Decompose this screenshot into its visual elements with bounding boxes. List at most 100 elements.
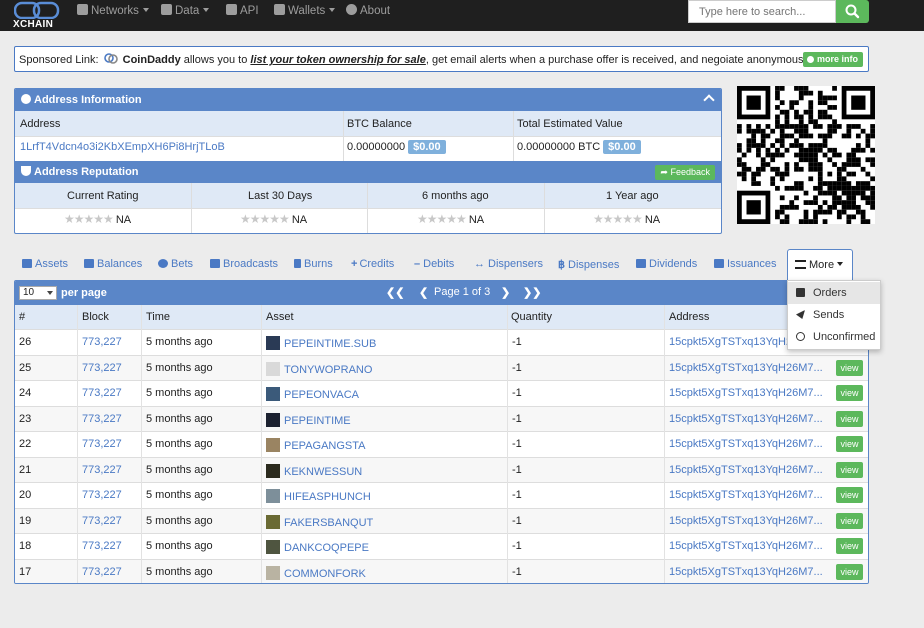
tab-issuances-label: Issuances	[727, 258, 777, 270]
view-button[interactable]: view	[836, 512, 863, 529]
view-button[interactable]: view	[836, 410, 863, 427]
table-row: 21 773,227 5 months ago KEKNWESSUN -1 15cpkt5…	[15, 456, 868, 482]
view-button[interactable]: view	[836, 461, 863, 478]
next-page-icon[interactable]: ❯	[501, 286, 510, 299]
menu-item-orders[interactable]: Orders	[788, 282, 880, 304]
row-asset-link[interactable]: DANKCOQPEPE	[284, 542, 369, 554]
row-block-link[interactable]: 773,227	[82, 336, 122, 348]
current-rating-header: Current Rating	[67, 190, 139, 202]
asset-thumbnail-icon	[266, 412, 280, 427]
row-block-link[interactable]: 773,227	[82, 489, 122, 501]
row-asset-link[interactable]: KEKNWESSUN	[284, 466, 362, 478]
row-address-link[interactable]: 15cpkt5XgTSTxq13YqH26M7...	[669, 413, 823, 425]
nav-api[interactable]: API	[226, 0, 259, 22]
tab-dividends-label: Dividends	[649, 258, 698, 270]
asset-thumbnail-icon	[266, 489, 280, 503]
row-time: 5 months ago	[146, 438, 213, 450]
row-block-link[interactable]: 773,227	[82, 540, 122, 552]
row-asset-cell: PEPAGANGSTA	[266, 438, 366, 452]
col-address-header: Address	[669, 311, 710, 323]
row-asset-link[interactable]: FAKERSBANQUT	[284, 517, 373, 529]
row-asset-link[interactable]: TONYWOPRANO	[284, 364, 372, 376]
row-number: 21	[19, 463, 32, 476]
list-icon	[795, 260, 806, 269]
address-value[interactable]: 1LrfT4Vdcn4o3i2KbXEmpXH6Pi8HrjTLoB	[20, 141, 225, 153]
row-asset-link[interactable]: HIFEASPHUNCH	[284, 491, 371, 503]
tab-dispensers[interactable]: ↔ Dispensers	[474, 258, 543, 270]
row-block-link[interactable]: 773,227	[82, 464, 122, 476]
row-time: 5 months ago	[146, 387, 213, 399]
view-button[interactable]: view	[836, 487, 863, 503]
sponsor-text-2: , get email alerts when a purchase offer…	[425, 54, 815, 66]
row-address-link[interactable]: 15cpkt5XgTSTxq13YqH26M7...	[669, 489, 823, 501]
nav-networks[interactable]: Networks	[77, 0, 149, 22]
tab-burns[interactable]: Burns	[294, 258, 333, 270]
globe-icon	[158, 259, 168, 268]
nav-about[interactable]: About	[346, 0, 390, 22]
table-row: 23 773,227 5 months ago PEPEINTIME -1 15cpkt5…	[15, 405, 868, 431]
view-button[interactable]: view	[836, 385, 863, 401]
search-input[interactable]	[688, 0, 836, 23]
xchain-logo[interactable]: XCHAIN	[12, 0, 64, 31]
coins-icon	[22, 259, 32, 268]
six-months-value: NA	[468, 214, 485, 226]
row-asset-cell: PEPEONVACA	[266, 387, 359, 401]
row-address-link[interactable]: 15cpkt5XgTSTxq13YqH26M7...	[669, 464, 823, 476]
row-asset-link[interactable]: PEPEINTIME	[284, 415, 351, 427]
logo-text: XCHAIN	[13, 19, 54, 30]
nav-data[interactable]: Data	[161, 0, 210, 22]
row-address-link[interactable]: 15cpkt5XgTSTxq13YqH26M7...	[669, 540, 823, 552]
tab-debits[interactable]: – Debits	[414, 258, 454, 270]
row-block-link[interactable]: 773,227	[82, 387, 122, 399]
prev-page-icon[interactable]: ❮	[419, 286, 428, 299]
nav-wallets[interactable]: Wallets	[274, 0, 336, 22]
tab-issuances[interactable]: Issuances	[714, 258, 777, 270]
col-time-header: Time	[146, 311, 171, 323]
row-asset-link[interactable]: PEPEONVACA	[284, 389, 359, 401]
row-block-link[interactable]: 773,227	[82, 438, 122, 450]
row-asset-link[interactable]: PEPEINTIME.SUB	[284, 338, 376, 350]
menu-item-sends[interactable]: Sends	[788, 304, 880, 326]
chevron-up-icon[interactable]	[703, 94, 715, 106]
tab-more[interactable]: More	[787, 249, 853, 280]
feedback-button[interactable]: ➦ Feedback	[655, 165, 715, 180]
sponsor-link[interactable]: list your token ownership for sale	[250, 54, 425, 66]
search-button[interactable]	[836, 0, 869, 23]
per-page-label: per page	[61, 287, 107, 299]
row-address-link[interactable]: 15cpkt5XgTSTxq13YqH26M7...	[669, 438, 823, 450]
row-block-link[interactable]: 773,227	[82, 515, 122, 527]
row-number: 17	[19, 565, 32, 578]
view-button[interactable]: view	[836, 359, 863, 376]
row-address-link[interactable]: 15cpkt5XgTSTxq13YqH26M7...	[669, 362, 823, 374]
per-page-select[interactable]: 10	[19, 286, 57, 300]
tab-balances[interactable]: Balances	[84, 258, 142, 270]
row-block-link[interactable]: 773,227	[82, 362, 122, 374]
address-information-header[interactable]: Address Information	[15, 89, 721, 111]
row-block-link[interactable]: 773,227	[82, 566, 122, 578]
last-page-icon[interactable]: ❯❯	[523, 286, 541, 299]
row-address-link[interactable]: 15cpkt5XgTSTxq13YqH26M7...	[669, 515, 823, 527]
more-info-button[interactable]: more info	[802, 52, 863, 67]
bank-icon	[714, 259, 724, 268]
tab-credits[interactable]: + Credits	[351, 258, 394, 270]
menu-item-unconfirmed[interactable]: Unconfirmed	[788, 326, 880, 348]
row-block-link[interactable]: 773,227	[82, 413, 122, 425]
view-button[interactable]: view	[836, 538, 863, 554]
info-circle-icon	[806, 55, 814, 63]
row-asset-link[interactable]: COMMONFORK	[284, 568, 366, 580]
view-button[interactable]: view	[836, 563, 863, 580]
menu-item-unconfirmed-label: Unconfirmed	[813, 331, 876, 343]
first-page-icon[interactable]: ❮❮	[386, 286, 404, 299]
tab-dividends[interactable]: Dividends	[636, 258, 697, 270]
row-asset-link[interactable]: PEPAGANGSTA	[284, 440, 366, 452]
table-row: 24 773,227 5 months ago PEPEONVACA -1 15cpkt5…	[15, 380, 868, 406]
star-rating-icon: ★★★★★	[240, 212, 290, 226]
row-address-link[interactable]: 15cpkt5XgTSTxq13YqH26M7...	[669, 566, 823, 578]
tab-dispenses[interactable]: ฿ Dispenses	[558, 258, 619, 271]
tab-broadcasts[interactable]: Broadcasts	[210, 258, 278, 270]
tab-assets[interactable]: Assets	[22, 258, 68, 270]
row-time: 5 months ago	[146, 489, 213, 501]
row-address-link[interactable]: 15cpkt5XgTSTxq13YqH26M7...	[669, 387, 823, 399]
tab-bets[interactable]: Bets	[158, 258, 193, 270]
view-button[interactable]: view	[836, 436, 863, 452]
